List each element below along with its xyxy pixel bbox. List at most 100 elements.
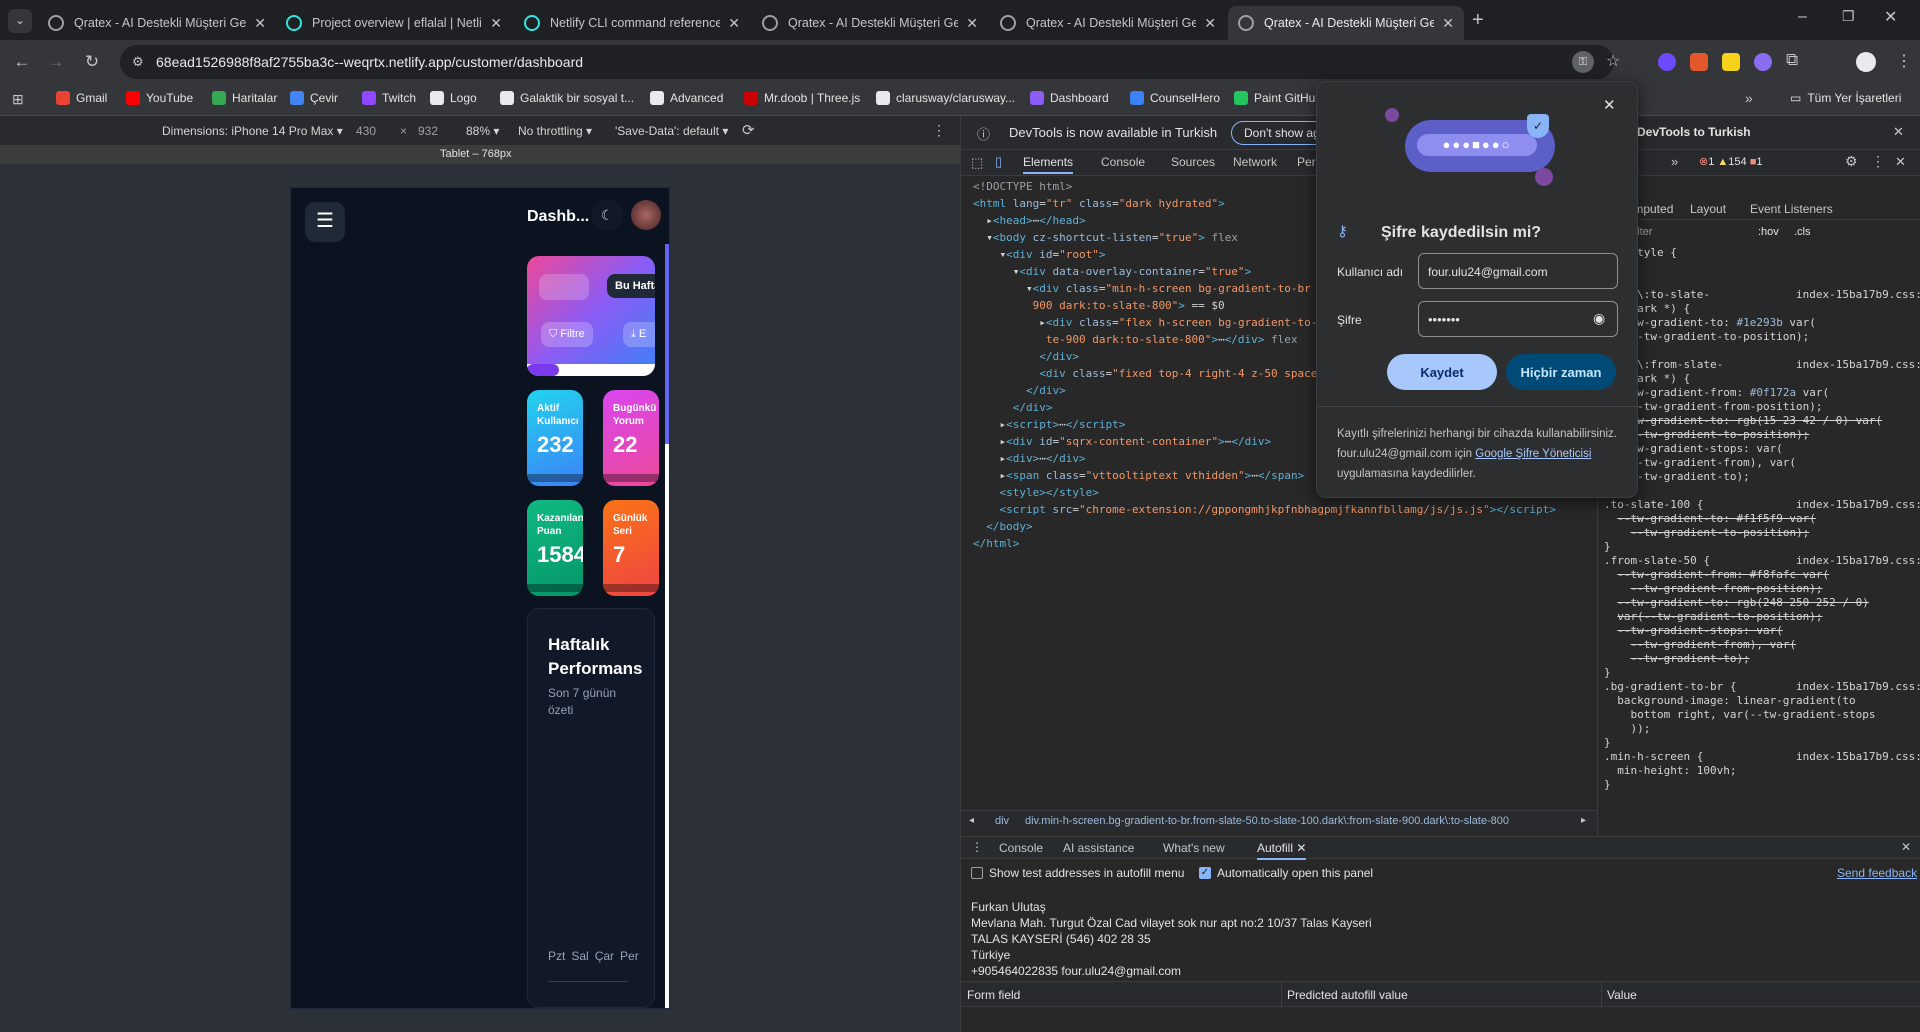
error-count[interactable]: ⊗1 ▲154 ■1: [1699, 155, 1763, 168]
drawer-tab[interactable]: AI assistance: [1063, 841, 1134, 855]
hamburger-button[interactable]: ☰: [305, 202, 345, 242]
close-autofill-tab-icon[interactable]: ✕: [1296, 841, 1306, 855]
puzzle-icon[interactable]: ⧉: [1786, 50, 1798, 70]
bookmark-item[interactable]: Galaktik bir sosyal t...: [500, 91, 634, 105]
close-tab-icon[interactable]: ✕: [1442, 15, 1454, 32]
stat-card[interactable]: Aktif Kullanıcı 232: [527, 390, 583, 486]
never-button[interactable]: Hiçbir zaman: [1506, 354, 1616, 390]
back-icon[interactable]: ←: [10, 50, 34, 74]
minimize-button[interactable]: –: [1798, 8, 1807, 26]
forward-icon[interactable]: →: [44, 50, 68, 74]
more-options-icon[interactable]: ⋮: [932, 122, 946, 139]
extension-icon[interactable]: [1690, 53, 1708, 71]
breadcrumb-path[interactable]: div.min-h-screen.bg-gradient-to-br.from-…: [1025, 815, 1509, 827]
dimensions-select[interactable]: Dimensions: iPhone 14 Pro Max ▾: [162, 124, 343, 138]
site-info-icon[interactable]: ⚙: [132, 54, 144, 70]
css-rules[interactable]: ent.style { } .dark\:to-slate- index-15b…: [1604, 246, 1920, 792]
zoom-select[interactable]: 88% ▾: [466, 124, 499, 138]
send-feedback-link[interactable]: Send feedback: [1837, 866, 1917, 880]
menu-icon[interactable]: ⋮: [1896, 51, 1912, 71]
drawer-tab[interactable]: Autofill ✕: [1257, 841, 1307, 860]
all-bookmarks-folder[interactable]: ▭ Tüm Yer İşaretleri: [1790, 91, 1901, 105]
styles-filter[interactable]: Filter: [1628, 226, 1748, 238]
bookmark-item[interactable]: Paint GitHub: [1234, 91, 1322, 105]
cls-toggle[interactable]: .cls: [1794, 226, 1811, 238]
rotate-icon[interactable]: ⟳: [742, 121, 755, 139]
hov-toggle[interactable]: :hov: [1758, 226, 1779, 238]
new-tab-button[interactable]: +: [1472, 9, 1484, 32]
filter-button[interactable]: ⛉ Filtre: [541, 322, 593, 347]
more-bookmarks-icon[interactable]: »: [1745, 90, 1753, 106]
close-tab-icon[interactable]: ✕: [254, 15, 266, 32]
devtools-tab[interactable]: Per: [1297, 155, 1316, 169]
bookmark-item[interactable]: Çevir: [290, 91, 338, 105]
close-devtools-icon[interactable]: ✕: [1895, 154, 1906, 170]
bookmark-item[interactable]: Haritalar: [212, 91, 277, 105]
inspect-icon[interactable]: ⬚: [971, 155, 983, 171]
maximize-button[interactable]: ❐: [1842, 8, 1855, 25]
bookmark-item[interactable]: clarusway/clarusway...: [876, 91, 1015, 105]
password-manager-link[interactable]: Google Şifre Yöneticisi: [1475, 448, 1591, 460]
bookmark-item[interactable]: Gmail: [56, 91, 107, 105]
close-window-button[interactable]: ✕: [1884, 7, 1897, 27]
height-input[interactable]: 932: [418, 124, 438, 138]
stat-card[interactable]: Kazanılan Puan 1584: [527, 500, 583, 596]
devtools-tab[interactable]: Console: [1101, 155, 1145, 169]
week-search-input[interactable]: [539, 274, 589, 300]
profile-avatar[interactable]: [1856, 52, 1876, 72]
bookmark-item[interactable]: Dashboard: [1030, 91, 1109, 105]
bookmark-item[interactable]: Advanced: [650, 91, 723, 105]
show-test-checkbox[interactable]: [971, 867, 983, 879]
devtools-tab[interactable]: Sources: [1171, 155, 1215, 169]
width-input[interactable]: 430: [356, 124, 376, 138]
browser-tab[interactable]: Qratex - AI Destekli Müşteri Ge ✕: [1228, 6, 1464, 40]
devtools-tab[interactable]: Network: [1233, 155, 1277, 169]
close-dialog-icon[interactable]: ✕: [1603, 96, 1616, 114]
bookmark-item[interactable]: Logo: [430, 91, 477, 105]
drawer-menu-icon[interactable]: ⋮: [971, 840, 983, 854]
device-mode-icon[interactable]: ▯: [995, 154, 1002, 170]
close-tab-icon[interactable]: ✕: [1204, 15, 1216, 32]
dont-show-button[interactable]: Don't show ag: [1231, 121, 1327, 145]
throttling-select[interactable]: No throttling ▾: [518, 124, 592, 138]
week-button[interactable]: Bu Hafta: [607, 274, 655, 298]
drawer-tab[interactable]: What's new: [1163, 841, 1225, 855]
close-banner-icon[interactable]: ✕: [1893, 124, 1904, 140]
auto-open-checkbox[interactable]: ✓: [1199, 867, 1211, 879]
browser-tab[interactable]: Qratex - AI Destekli Müşteri Ge ✕: [38, 6, 276, 40]
password-field[interactable]: ••••••• ◉: [1418, 301, 1618, 337]
stat-card[interactable]: Bugünkü Yorum 22: [603, 390, 659, 486]
more-panels-icon[interactable]: »: [1671, 154, 1678, 169]
close-tab-icon[interactable]: ✕: [490, 15, 502, 32]
browser-tab[interactable]: Qratex - AI Destekli Müşteri Ge ✕: [990, 6, 1226, 40]
settings-gear-icon[interactable]: ⚙: [1845, 153, 1858, 170]
bookmark-item[interactable]: Twitch: [362, 91, 416, 105]
bookmark-item[interactable]: YouTube: [126, 91, 193, 105]
url-text[interactable]: 68ead1526988f8af2755ba3c--weqrtx.netlify…: [156, 54, 583, 70]
close-tab-icon[interactable]: ✕: [728, 15, 740, 32]
breadcrumb-right-icon[interactable]: ▸: [1581, 815, 1586, 826]
right-scroll-thumb[interactable]: [665, 244, 669, 444]
address-bar[interactable]: ⚙ 68ead1526988f8af2755ba3c--weqrtx.netli…: [120, 45, 1620, 79]
avatar[interactable]: [631, 200, 661, 230]
bookmark-item[interactable]: CounselHero: [1130, 91, 1220, 105]
reload-icon[interactable]: ↻: [80, 50, 104, 74]
browser-tab[interactable]: Project overview | eflalal | Netlif ✕: [276, 6, 512, 40]
breadcrumb-div[interactable]: div: [995, 815, 1009, 827]
breakpoint-bar[interactable]: Tablet – 768px: [0, 146, 960, 164]
browser-tab[interactable]: Qratex - AI Destekli Müşteri Ge ✕: [752, 6, 988, 40]
save-data-select[interactable]: 'Save-Data': default ▾: [615, 124, 728, 138]
theme-toggle-icon[interactable]: ☾: [591, 199, 623, 231]
save-button[interactable]: Kaydet: [1387, 354, 1497, 390]
apps-icon[interactable]: ⊞: [12, 91, 24, 108]
export-button[interactable]: ⤓ E: [623, 322, 655, 347]
styles-subtab[interactable]: Layout: [1690, 202, 1726, 216]
password-key-icon[interactable]: ⚿: [1572, 51, 1594, 73]
username-field[interactable]: four.ulu24@gmail.com: [1418, 253, 1618, 289]
browser-tab[interactable]: Netlify CLI command reference ✕: [514, 6, 750, 40]
close-drawer-icon[interactable]: ✕: [1901, 840, 1911, 854]
extension-icon[interactable]: [1658, 53, 1676, 71]
switch-language-button[interactable]: DevTools to Turkish: [1637, 125, 1751, 139]
stat-card[interactable]: Günlük Seri 7: [603, 500, 659, 596]
close-tab-icon[interactable]: ✕: [966, 15, 978, 32]
